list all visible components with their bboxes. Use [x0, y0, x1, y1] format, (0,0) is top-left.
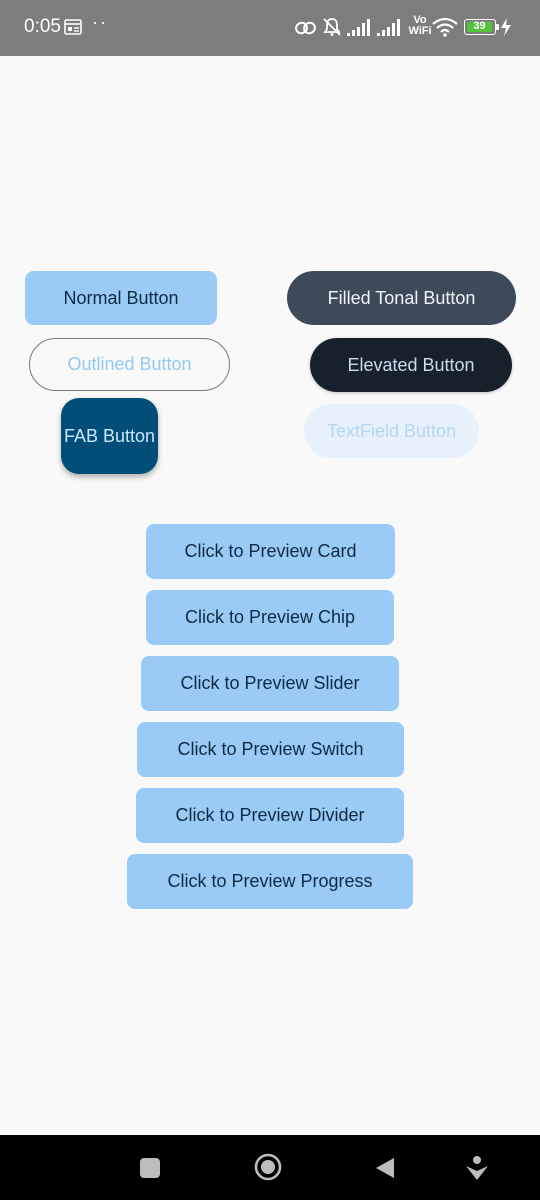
preview-divider-button[interactable]: Click to Preview Divider	[136, 788, 404, 843]
navigation-bar	[0, 1135, 540, 1200]
notification-dots: ··	[92, 12, 108, 32]
signal-icon	[347, 19, 370, 36]
preview-card-button[interactable]: Click to Preview Card	[146, 524, 395, 579]
filled-tonal-button[interactable]: Filled Tonal Button	[287, 271, 516, 325]
gallery-icon	[64, 19, 82, 35]
mute-icon	[323, 18, 341, 36]
clock: 0:05	[24, 16, 61, 37]
elevated-button[interactable]: Elevated Button	[310, 338, 512, 392]
status-bar: 0:05 ·· Vo WiFi 39	[0, 0, 540, 56]
fab-button[interactable]: FAB Button	[61, 398, 158, 474]
battery-tip	[496, 24, 499, 30]
textfield-button[interactable]: TextField Button	[304, 404, 479, 458]
vowifi-icon: Vo WiFi	[407, 15, 433, 37]
preview-switch-button[interactable]: Click to Preview Switch	[137, 722, 404, 777]
outlined-button[interactable]: Outlined Button	[29, 338, 230, 391]
vowifi-bottom: WiFi	[408, 25, 432, 37]
signal-icon	[377, 19, 400, 36]
preview-progress-button[interactable]: Click to Preview Progress	[127, 854, 413, 909]
charging-icon	[501, 18, 511, 36]
preview-chip-button[interactable]: Click to Preview Chip	[146, 590, 394, 645]
normal-button[interactable]: Normal Button	[25, 271, 217, 325]
home-icon[interactable]	[254, 1153, 282, 1181]
preview-slider-button[interactable]: Click to Preview Slider	[141, 656, 399, 711]
recents-icon[interactable]	[139, 1157, 161, 1179]
battery-percent: 39	[473, 20, 486, 32]
link-icon	[295, 21, 316, 35]
wifi-icon	[432, 17, 458, 37]
assistant-icon[interactable]	[465, 1155, 489, 1181]
battery-icon: 39	[464, 19, 496, 35]
back-icon[interactable]	[374, 1157, 396, 1179]
